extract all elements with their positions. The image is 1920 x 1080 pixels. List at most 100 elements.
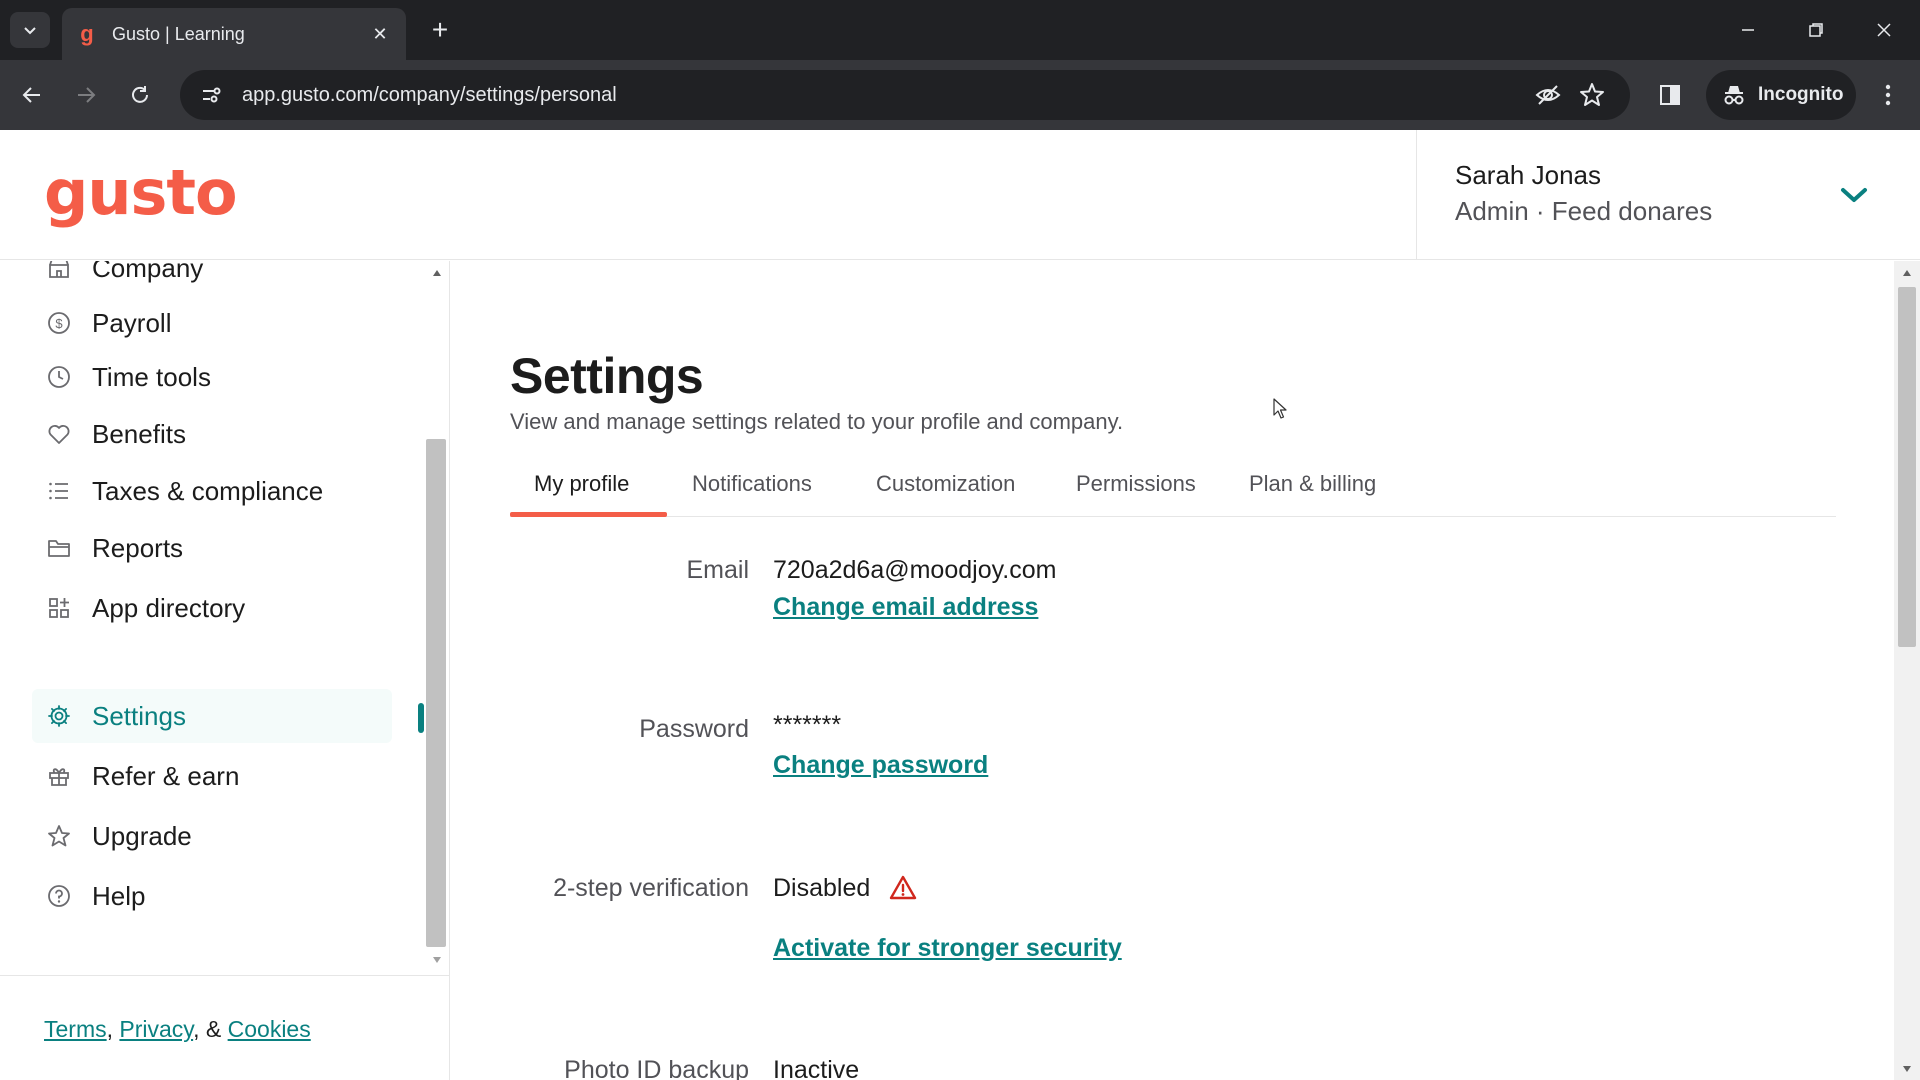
svg-text:$: $ (55, 316, 63, 331)
tab-notifications[interactable]: Notifications (692, 451, 812, 517)
sidebar-item-label: Benefits (92, 418, 186, 449)
back-button[interactable] (10, 73, 54, 117)
active-tab-underline (510, 512, 667, 517)
bookmark-star-icon[interactable] (1570, 73, 1614, 117)
tab-permissions[interactable]: Permissions (1076, 451, 1196, 517)
sidebar-item-label: Reports (92, 532, 184, 563)
two-step-status: Disabled (773, 874, 871, 902)
settings-tabs: My profile Notifications Customization P… (510, 451, 1836, 517)
sidebar-item-label: Refer & earn (92, 760, 240, 791)
user-menu-chevron-icon[interactable] (1837, 178, 1871, 212)
legal-separator: , (106, 1016, 114, 1042)
more-vertical-icon (1885, 84, 1891, 106)
main-scrollbar-thumb[interactable] (1898, 287, 1916, 647)
sidebar-item-label: Upgrade (92, 820, 192, 851)
terms-link[interactable]: Terms (44, 1016, 107, 1042)
tab-plan-billing[interactable]: Plan & billing (1249, 451, 1376, 517)
scroll-down-arrow-icon[interactable] (431, 954, 443, 966)
scroll-down-arrow-icon[interactable] (1901, 1063, 1913, 1075)
photo-id-backup-label: Photo ID backup (564, 1056, 749, 1080)
browser-tab-strip: g Gusto | Learning ✕ + (0, 0, 1920, 60)
reload-button[interactable] (118, 73, 162, 117)
gift-icon (46, 763, 72, 789)
sidebar-item-upgrade[interactable]: Upgrade (32, 809, 392, 863)
browser-tab-active[interactable]: g Gusto | Learning ✕ (62, 8, 406, 60)
main-scrollbar[interactable] (1894, 261, 1920, 1080)
change-password-link[interactable]: Change password (773, 751, 988, 780)
arrow-left-icon (22, 87, 40, 103)
browser-menu-button[interactable] (1866, 73, 1910, 117)
dollar-circle-icon: $ (46, 310, 72, 336)
help-circle-icon (46, 883, 72, 909)
list-icon (46, 478, 72, 504)
minimize-window-button[interactable] (1720, 8, 1776, 52)
heart-icon (46, 421, 72, 447)
sidebar-item-benefits[interactable]: Benefits (32, 407, 392, 461)
side-panel-icon (1660, 85, 1680, 105)
change-email-link[interactable]: Change email address (773, 593, 1038, 622)
sidebar-item-label: App directory (92, 592, 246, 623)
email-value: 720a2d6a@moodjoy.com (773, 556, 1057, 584)
url-text[interactable]: app.gusto.com/company/settings/personal (242, 84, 1526, 107)
close-window-button[interactable] (1856, 8, 1912, 52)
chevron-down-icon (24, 27, 36, 35)
app-header: gusto Sarah Jonas Admin · Feed donares (0, 130, 1920, 260)
legal-links: Terms, Privacy, & Cookies (44, 1016, 311, 1043)
close-icon (1877, 23, 1891, 37)
address-bar[interactable]: app.gusto.com/company/settings/personal (180, 70, 1630, 120)
minimize-icon (1742, 29, 1754, 31)
two-step-verification-label: 2-step verification (553, 874, 749, 902)
reload-icon (132, 86, 148, 103)
browser-tab-title: Gusto | Learning (112, 23, 245, 44)
cookies-link[interactable]: Cookies (228, 1016, 311, 1042)
tracking-protection-eye-slash-icon[interactable] (1526, 73, 1570, 117)
gusto-favicon-icon: g (80, 21, 94, 46)
scroll-up-arrow-icon[interactable] (1901, 267, 1913, 279)
close-tab-icon[interactable]: ✕ (368, 22, 392, 46)
gear-icon (46, 703, 72, 729)
sidebar-item-label: Time tools (92, 361, 211, 392)
privacy-link[interactable]: Privacy (119, 1016, 193, 1042)
activate-two-step-link[interactable]: Activate for stronger security (773, 934, 1122, 963)
site-settings-icon[interactable] (186, 70, 236, 120)
sidebar-item-reports[interactable]: Reports (32, 521, 392, 575)
star-icon (46, 823, 72, 849)
browser-toolbar: app.gusto.com/company/settings/personal … (0, 60, 1920, 130)
sidebar-item-settings[interactable]: Settings (32, 689, 392, 743)
sidebar-item-label: Settings (92, 700, 186, 731)
restore-window-button[interactable] (1788, 8, 1844, 52)
sidebar-item-help[interactable]: Help (32, 869, 392, 923)
password-label: Password (639, 715, 749, 743)
email-label: Email (686, 556, 749, 584)
sidebar-item-label: Payroll (92, 307, 172, 338)
sidebar-item-label: Help (92, 880, 146, 911)
user-menu[interactable]: Sarah Jonas Admin · Feed donares (1416, 130, 1920, 260)
sidebar-item-time-tools[interactable]: Time tools (32, 350, 392, 404)
legal-separator: , & (193, 1016, 222, 1042)
forward-button[interactable] (64, 73, 108, 117)
incognito-badge[interactable]: Incognito (1706, 70, 1856, 120)
sidebar-item-app-directory[interactable]: App directory (32, 581, 392, 635)
incognito-icon (1722, 83, 1746, 107)
sidebar-item-company[interactable]: Company (32, 261, 392, 295)
tab-customization[interactable]: Customization (876, 451, 1015, 517)
arrow-right-icon (78, 87, 96, 103)
scroll-up-arrow-icon[interactable] (431, 267, 443, 279)
sidebar-scrollbar-thumb[interactable] (426, 439, 446, 947)
password-value: ******* (773, 711, 842, 739)
gusto-logo[interactable]: gusto (44, 156, 238, 229)
side-panel-button[interactable] (1648, 73, 1692, 117)
tab-search-button[interactable] (10, 12, 50, 48)
sidebar-item-label: Taxes & compliance (92, 475, 324, 506)
incognito-label: Incognito (1758, 84, 1844, 105)
folder-icon (46, 535, 72, 561)
sidebar-item-refer-earn[interactable]: Refer & earn (32, 749, 392, 803)
sidebar-item-payroll[interactable]: $ Payroll (32, 296, 392, 350)
sidebar-footer: Terms, Privacy, & Cookies (0, 975, 449, 1080)
sidebar-item-taxes-compliance[interactable]: Taxes & compliance (32, 464, 392, 518)
user-name: Sarah Jonas (1455, 160, 1601, 190)
new-tab-button[interactable]: + (424, 14, 456, 46)
restore-icon (1809, 23, 1823, 37)
photo-id-backup-status: Inactive (773, 1056, 860, 1080)
tab-my-profile[interactable]: My profile (534, 451, 629, 517)
